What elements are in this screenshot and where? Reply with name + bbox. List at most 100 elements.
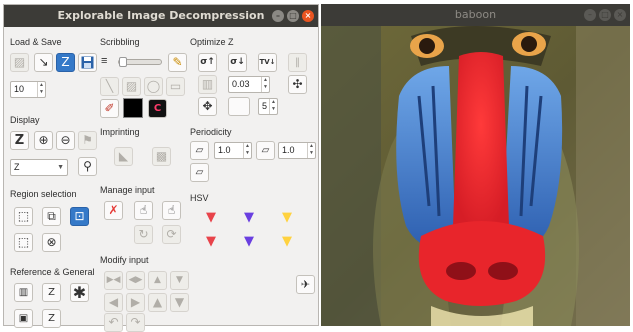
sigma-down-button[interactable]: σ↓: [228, 53, 247, 72]
period-x-spinbox[interactable]: 1.0 ▲ ▼: [214, 142, 252, 159]
scale-spinbox[interactable]: 10 ▲ ▼: [10, 81, 46, 98]
image-canvas[interactable]: [321, 26, 630, 326]
flip-v-button[interactable]: ▲: [148, 271, 167, 290]
shift-up-button[interactable]: ▲: [148, 293, 167, 312]
flip-h-icon: ▶◀: [106, 275, 121, 285]
section-hsv: HSV: [190, 193, 209, 203]
delete-input-button[interactable]: ✗: [104, 201, 123, 220]
flip-v2-button[interactable]: ▼: [170, 271, 189, 290]
period-y-value: 1.0: [282, 145, 295, 155]
ellipse-tool-button[interactable]: ◯: [144, 77, 163, 96]
imprint-draw-button[interactable]: ◣: [114, 147, 133, 166]
hand-tool-button[interactable]: ☝: [134, 201, 153, 220]
spin-arrows-icon[interactable]: ▲ ▼: [269, 99, 277, 114]
rotate-ccw-button[interactable]: ↶: [104, 313, 123, 332]
zoom-out-button[interactable]: ⊖: [56, 131, 75, 150]
maximize-icon[interactable]: □: [287, 10, 299, 22]
value-down-icon[interactable]: ▼: [282, 235, 292, 248]
brush-size-slider[interactable]: [118, 57, 162, 67]
image-ref-button[interactable]: ▣: [14, 309, 33, 328]
load-image-button[interactable]: ▨: [10, 53, 29, 72]
pencil-button[interactable]: ✎: [168, 53, 187, 72]
spin-arrows-icon[interactable]: ▲ ▼: [243, 143, 251, 158]
histogram-button[interactable]: ‖: [288, 53, 307, 72]
hue-down-icon[interactable]: ▼: [206, 235, 216, 248]
parallelogram-icon: ▱: [261, 145, 270, 156]
period-y-spinbox[interactable]: 1.0 ▲ ▼: [278, 142, 316, 159]
shift-left-button[interactable]: ◀: [104, 293, 123, 312]
shift-down-button[interactable]: ▼: [170, 293, 189, 312]
z-reference-button[interactable]: Z: [42, 283, 61, 302]
value-up-icon[interactable]: ▼: [282, 211, 292, 224]
spin-arrows-icon[interactable]: ▲ ▼: [307, 143, 315, 158]
asterisk-button[interactable]: ✱: [70, 283, 89, 302]
blank-button[interactable]: [228, 97, 250, 116]
load-z-button[interactable]: Z: [56, 53, 75, 72]
period-diag-button[interactable]: ▱: [190, 163, 209, 182]
flip-h-button[interactable]: ▶◀: [104, 271, 123, 290]
period-y-button[interactable]: ▱: [256, 141, 275, 160]
palette-button[interactable]: C: [148, 99, 167, 118]
equalize-button[interactable]: ▥: [198, 75, 217, 94]
color-swatch[interactable]: [123, 98, 143, 118]
saturation-up-icon[interactable]: ▼: [244, 211, 254, 224]
histogram-button[interactable]: ▥: [14, 283, 33, 302]
imprint-image-button[interactable]: ▩: [152, 147, 171, 166]
refresh-icon: ⟳: [166, 227, 177, 241]
period-x-button[interactable]: ▱: [190, 141, 209, 160]
minimize-icon[interactable]: –: [272, 10, 284, 22]
right-window-titlebar[interactable]: baboon – □ ×: [321, 4, 630, 26]
eyedropper-button[interactable]: ✐: [100, 99, 119, 118]
free-select-button[interactable]: ⬚: [14, 233, 33, 252]
zoom-in-button[interactable]: ⊕: [34, 131, 53, 150]
image-ref-icon: ▣: [18, 313, 29, 324]
period-x-value: 1.0: [218, 145, 231, 155]
rect-select-button[interactable]: ⬚: [14, 207, 33, 226]
slider-knob[interactable]: [119, 57, 127, 67]
flip-h2-button[interactable]: ◀▶: [126, 271, 145, 290]
image-tool-button[interactable]: ▨: [122, 77, 141, 96]
clear-region-button[interactable]: ⊗: [42, 233, 61, 252]
iterations-spinbox[interactable]: 5 ▲ ▼: [258, 98, 278, 115]
display-combo[interactable]: Z ▼: [10, 159, 68, 176]
random-z-button[interactable]: ✥: [198, 97, 217, 116]
line-tool-button[interactable]: ╲: [100, 77, 119, 96]
chevron-down-icon: ▼: [57, 164, 64, 171]
spin-arrows-icon[interactable]: ▲ ▼: [37, 82, 45, 97]
lock-button[interactable]: ⚲: [78, 157, 97, 176]
section-region-selection: Region selection: [10, 189, 77, 199]
sigma-up-button[interactable]: σ↑: [198, 53, 217, 72]
refresh-button[interactable]: ⟳: [162, 225, 181, 244]
sparkle-button[interactable]: ✣: [288, 75, 307, 94]
save-button[interactable]: [78, 53, 97, 72]
line-icon: ╲: [105, 79, 114, 93]
step-spinbox[interactable]: 0.03 ▲ ▼: [228, 76, 270, 93]
grab-tool-button[interactable]: ☝: [162, 201, 181, 220]
paste-region-button[interactable]: ⊡: [70, 207, 89, 226]
hue-up-icon[interactable]: ▼: [206, 211, 216, 224]
z-reference-icon: Z: [48, 287, 55, 298]
spin-arrows-icon[interactable]: ▲ ▼: [261, 77, 269, 92]
minimize-icon[interactable]: –: [584, 9, 596, 21]
tv-down-button[interactable]: TV↓: [258, 53, 277, 72]
paste-icon: ⊡: [74, 209, 85, 223]
save-icon: [81, 56, 94, 69]
random-icon: ✥: [202, 99, 213, 113]
run-button[interactable]: ✈: [296, 275, 315, 294]
rotate-cw-button[interactable]: ↷: [126, 313, 145, 332]
copy-region-button[interactable]: ⧉: [42, 207, 61, 226]
saturation-down-icon[interactable]: ▼: [244, 235, 254, 248]
close-icon[interactable]: ×: [302, 10, 314, 22]
z-mapping-button[interactable]: Z: [42, 309, 61, 328]
left-window-titlebar[interactable]: Explorable Image Decompression – □ ×: [4, 5, 318, 27]
flip-v2-icon: ▼: [176, 275, 183, 285]
maximize-icon[interactable]: □: [599, 9, 611, 21]
compress-button[interactable]: ↘: [34, 53, 53, 72]
rotate-button[interactable]: ↻: [134, 225, 153, 244]
display-z-button[interactable]: Z: [10, 131, 29, 150]
pin-button[interactable]: ⚑: [78, 131, 97, 150]
shift-right-button[interactable]: ▶: [126, 293, 145, 312]
close-icon[interactable]: ×: [614, 9, 626, 21]
rotate-ccw-icon: ↶: [108, 315, 119, 329]
rect-tool-button[interactable]: ▭: [166, 77, 185, 96]
